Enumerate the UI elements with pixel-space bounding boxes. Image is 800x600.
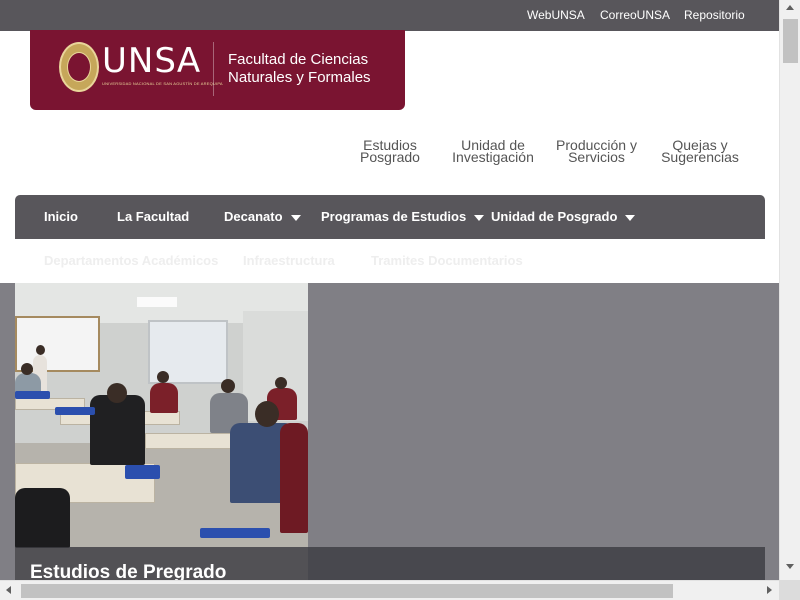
university-seal-icon: [59, 42, 99, 92]
secondary-navigation: Departamentos Académicos Infraestructura…: [15, 239, 765, 283]
university-full-name: UNIVERSIDAD NACIONAL DE SAN AGUSTÍN DE A…: [102, 81, 223, 86]
scrollbar-corner: [779, 580, 800, 600]
quick-link-unidad-investigacion[interactable]: Unidad de Investigación: [450, 138, 536, 164]
scroll-down-icon[interactable]: [786, 564, 794, 569]
quick-link-estudios-posgrado[interactable]: Estudios Posgrado: [358, 138, 422, 164]
top-utility-bar: WebUNSA CorreoUNSA Repositorio: [0, 0, 779, 31]
main-navigation: Inicio La Facultad Decanato Programas de…: [15, 195, 765, 239]
chevron-down-icon: [625, 214, 636, 221]
nav-tramites-documentarios[interactable]: Tramites Documentarios: [371, 253, 523, 268]
scroll-up-icon[interactable]: [786, 5, 794, 10]
nav-programas-estudios[interactable]: Programas de Estudios: [321, 195, 485, 239]
vertical-scrollbar[interactable]: [779, 0, 800, 580]
link-repositorio[interactable]: Repositorio: [684, 8, 745, 22]
horizontal-scrollbar[interactable]: [0, 580, 779, 600]
hero-section: Estudios de Pregrado: [0, 283, 779, 587]
scroll-right-icon[interactable]: [767, 586, 772, 594]
faculty-logo-banner[interactable]: UNSA UNIVERSIDAD NACIONAL DE SAN AGUSTÍN…: [30, 30, 405, 110]
nav-unidad-posgrado[interactable]: Unidad de Posgrado: [491, 195, 636, 239]
vertical-scroll-thumb[interactable]: [783, 19, 798, 63]
quick-link-quejas-sugerencias[interactable]: Quejas y Sugerencias: [659, 138, 741, 164]
scroll-left-icon[interactable]: [6, 586, 11, 594]
nav-departamentos-academicos[interactable]: Departamentos Académicos: [44, 253, 218, 268]
chevron-down-icon: [474, 214, 485, 221]
nav-decanato[interactable]: Decanato: [224, 195, 301, 239]
unsa-logo-wordmark: UNSA: [102, 41, 202, 81]
quick-link-produccion-servicios[interactable]: Producción y Servicios: [553, 138, 640, 164]
logo-divider: [213, 42, 214, 96]
nav-inicio[interactable]: Inicio: [44, 195, 78, 239]
chevron-down-icon: [290, 214, 301, 221]
faculty-name: Facultad de Ciencias Naturales y Formale…: [228, 51, 371, 86]
classroom-photo: [15, 283, 308, 580]
nav-la-facultad[interactable]: La Facultad: [117, 195, 189, 239]
link-webunsa[interactable]: WebUNSA: [527, 8, 585, 22]
nav-infraestructura[interactable]: Infraestructura: [243, 253, 335, 268]
link-correounsa[interactable]: CorreoUNSA: [600, 8, 670, 22]
horizontal-scroll-thumb[interactable]: [21, 584, 673, 598]
